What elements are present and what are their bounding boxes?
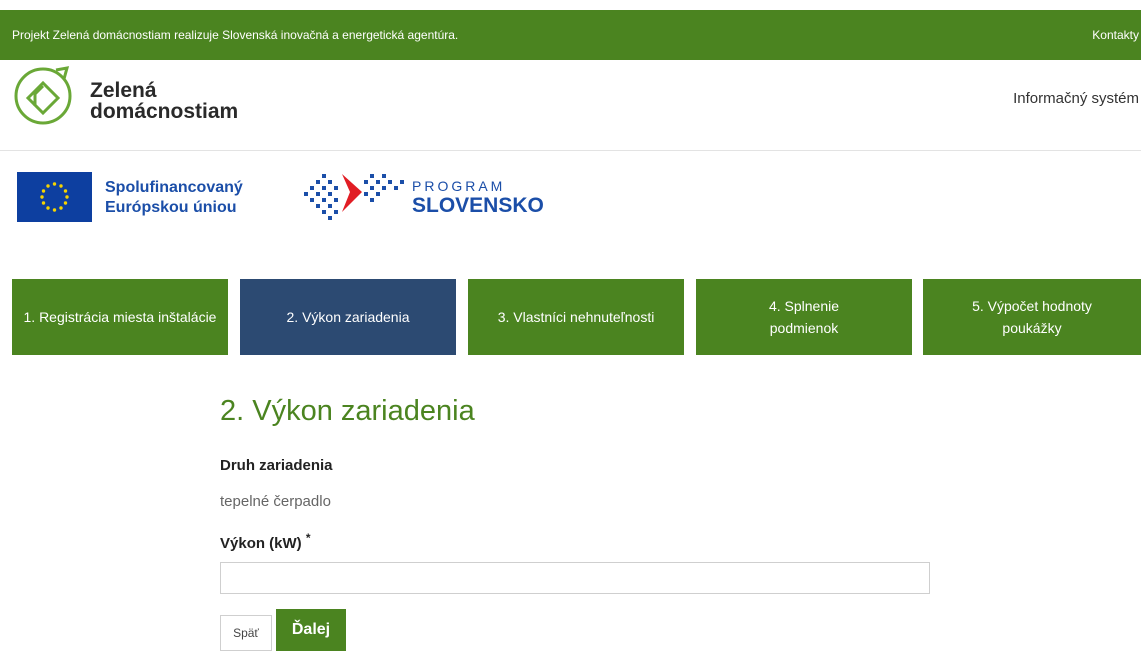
form-section: 2. Výkon zariadenia Druh zariadenia tepe… xyxy=(220,395,930,651)
top-bar: Projekt Zelená domácnostiam realizuje Sl… xyxy=(0,10,1141,60)
step-label: 4. Splnenie podmienok xyxy=(768,298,840,336)
page-title: 2. Výkon zariadenia xyxy=(220,395,475,427)
step-2-device-power[interactable]: 2. Výkon zariadenia xyxy=(240,279,456,355)
site-header: Zelená domácnostiam Informačný systém xyxy=(0,60,1141,151)
program-label: PROGRAM xyxy=(412,178,506,194)
slovensko-label: SLOVENSKO xyxy=(412,194,544,217)
device-type-value: tepelné čerpadlo xyxy=(220,493,331,510)
step-label: 5. Výpočet hodnoty poukážky xyxy=(972,298,1092,336)
step-5-voucher-value[interactable]: 5. Výpočet hodnoty poukážky xyxy=(923,279,1141,355)
step-3-owners[interactable]: 3. Vlastníci nehnuteľnosti xyxy=(468,279,684,355)
logo-line2: domácnostiam xyxy=(90,100,239,123)
eu-text-line1: Spolufinancovaný xyxy=(105,179,243,196)
step-1-registration[interactable]: 1. Registrácia miesta inštalácie xyxy=(12,279,228,355)
project-notice: Projekt Zelená domácnostiam realizuje Sl… xyxy=(12,28,459,42)
eu-cofinanced-text: Spolufinancovaný Európskou úniou xyxy=(105,178,243,218)
next-button[interactable]: Ďalej xyxy=(276,609,346,651)
program-slovensko-logo-icon xyxy=(304,174,404,220)
logo-text[interactable]: Zelená domácnostiam xyxy=(90,80,238,122)
house-leaf-icon[interactable] xyxy=(12,64,74,126)
device-type-label: Druh zariadenia xyxy=(220,457,333,474)
eu-flag-icon xyxy=(17,172,92,222)
back-button[interactable]: Späť xyxy=(220,615,272,651)
system-label: Informačný systém xyxy=(1013,90,1139,107)
step-4-conditions[interactable]: 4. Splnenie podmienok xyxy=(696,279,912,355)
step-label: 1. Registrácia miesta inštalácie xyxy=(23,309,217,325)
step-label: 3. Vlastníci nehnuteľnosti xyxy=(497,309,655,325)
required-mark: * xyxy=(305,531,311,545)
power-label: Výkon (kW) * xyxy=(220,531,311,552)
eu-text-line2: Európskou úniou xyxy=(105,199,237,216)
power-input[interactable] xyxy=(220,562,930,594)
logo-line1: Zelená xyxy=(90,79,157,102)
contacts-link[interactable]: Kontakty xyxy=(1092,28,1139,42)
power-label-text: Výkon (kW) xyxy=(220,535,302,552)
step-label: 2. Výkon zariadenia xyxy=(286,309,410,325)
